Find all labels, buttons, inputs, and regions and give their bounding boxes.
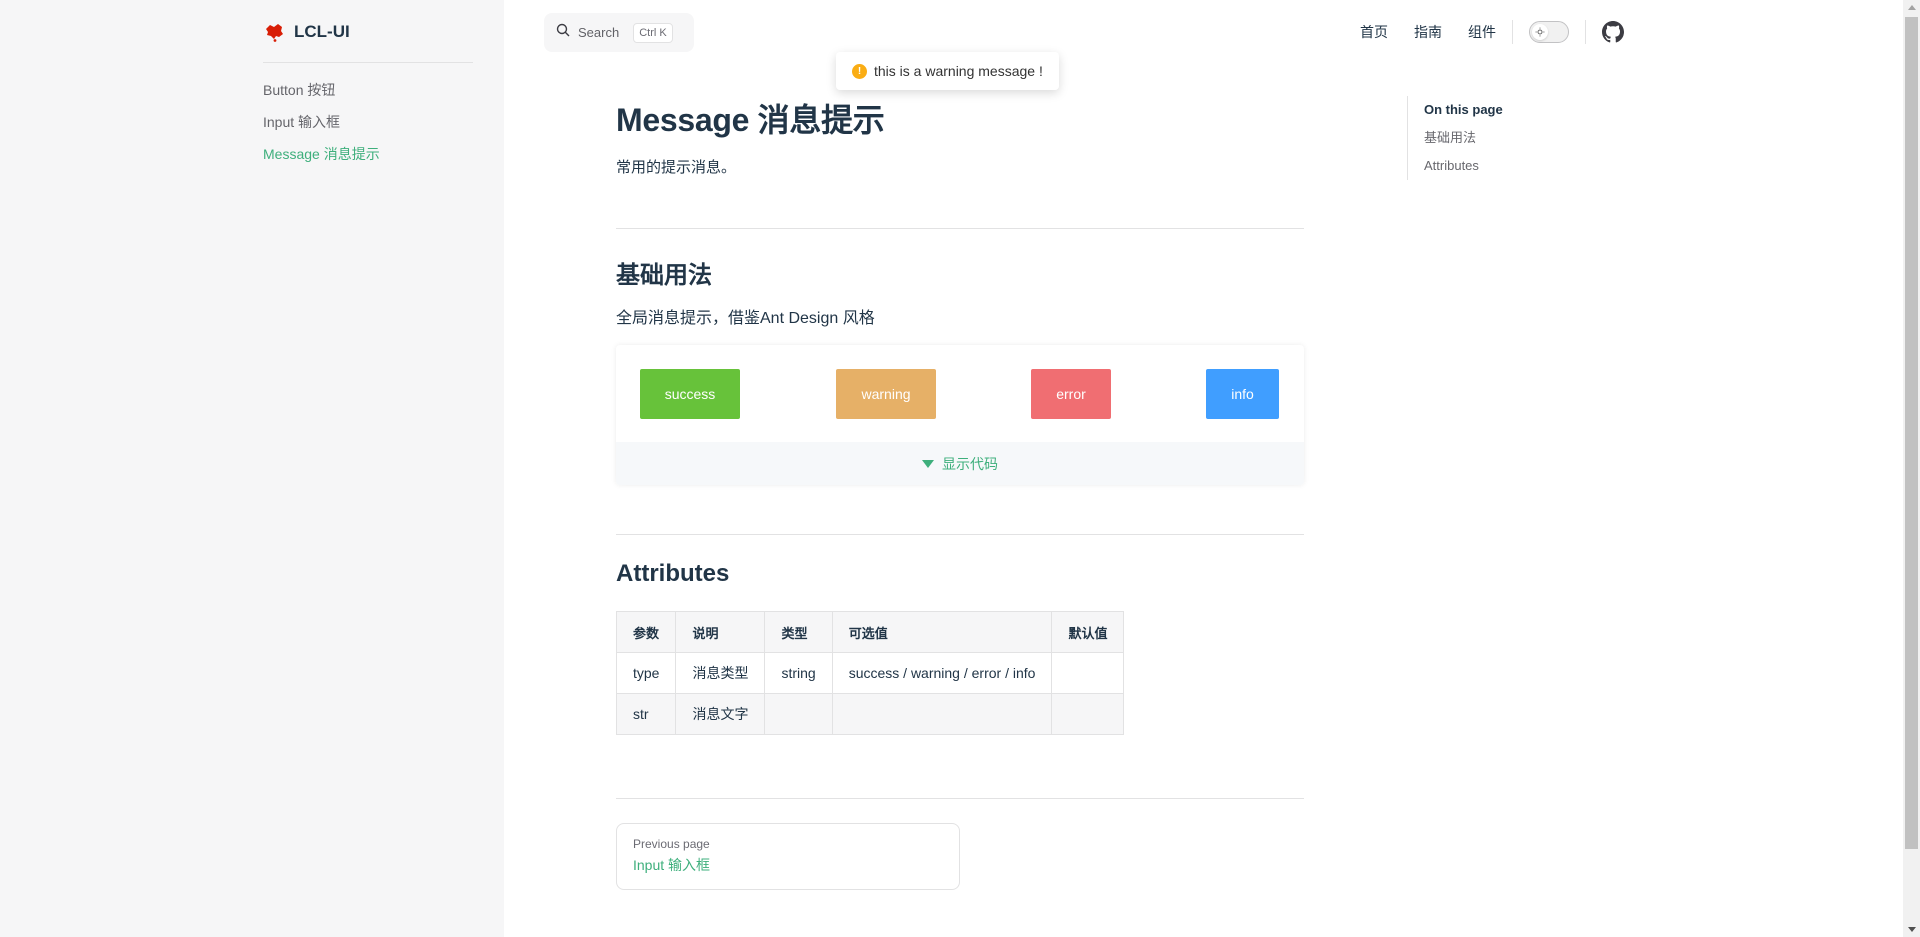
search-label: Search — [578, 25, 620, 40]
table-row: str 消息文字 — [615, 693, 1125, 735]
sidebar: LCL-UI Button 按钮 Input 输入框 Message 消息提示 — [0, 0, 504, 937]
nav-components[interactable]: 组件 — [1468, 22, 1496, 42]
table-header: 类型 — [764, 611, 833, 653]
sun-icon — [1532, 24, 1548, 40]
section-title-basic: 基础用法 — [616, 262, 712, 289]
demo-block: success warning error info 显示代码 — [616, 345, 1304, 485]
attributes-table: 参数 说明 类型 可选值 默认值 type 消息类型 string succes… — [615, 611, 1125, 735]
theme-toggle[interactable] — [1529, 21, 1569, 43]
scrollbar[interactable] — [1903, 0, 1920, 937]
sidebar-divider — [263, 62, 473, 63]
outline-link-basic[interactable]: 基础用法 — [1424, 124, 1607, 152]
table-row: type 消息类型 string success / warning / err… — [615, 652, 1125, 694]
table-cell: string — [764, 652, 833, 694]
show-code-toggle[interactable]: 显示代码 — [616, 442, 1304, 485]
top-nav: 首页 指南 组件 — [1360, 19, 1624, 45]
toast-message: this is a warning message ! — [874, 63, 1043, 79]
brand-link[interactable]: LCL-UI — [263, 19, 350, 45]
previous-page-desc: Previous page — [633, 837, 710, 851]
nav-home[interactable]: 首页 — [1360, 22, 1388, 42]
table-cell — [1051, 652, 1125, 694]
page-lead: 常用的提示消息。 — [616, 159, 737, 176]
table-cell: success / warning / error / info — [831, 652, 1053, 694]
caret-down-icon — [922, 459, 934, 468]
shortcut-key: K — [659, 26, 667, 39]
logo-icon — [263, 21, 285, 43]
page-outline: On this page 基础用法 Attributes — [1407, 96, 1607, 180]
nav-divider-2 — [1585, 20, 1586, 44]
nav-divider — [1512, 20, 1513, 44]
table-header: 参数 — [615, 611, 677, 653]
scroll-up-icon[interactable] — [1908, 5, 1916, 10]
table-cell: 消息类型 — [675, 652, 766, 694]
previous-page-link[interactable]: Previous page Input 输入框 — [616, 823, 960, 890]
warning-icon: ! — [852, 63, 867, 79]
divider — [616, 228, 1304, 229]
outline-link-attributes[interactable]: Attributes — [1424, 152, 1607, 180]
table-header: 可选值 — [831, 611, 1053, 653]
scroll-down-icon[interactable] — [1908, 927, 1916, 932]
previous-page-title: Input 输入框 — [633, 857, 711, 873]
search-button[interactable]: Search Ctrl K — [544, 13, 694, 52]
divider — [616, 798, 1304, 799]
demo-buttons: success warning error info — [640, 369, 1280, 419]
table-cell: 消息文字 — [675, 693, 766, 735]
brand-title: LCL-UI — [294, 22, 350, 41]
outline-title: On this page — [1424, 102, 1503, 117]
search-shortcut: Ctrl K — [633, 22, 673, 43]
table-cell: type — [615, 652, 677, 694]
sidebar-item-input[interactable]: Input 输入框 — [263, 110, 483, 142]
search-icon — [556, 23, 570, 42]
sidebar-item-button[interactable]: Button 按钮 — [263, 78, 483, 110]
table-cell: str — [615, 693, 677, 735]
warning-button[interactable]: warning — [836, 369, 936, 419]
section-desc-basic: 全局消息提示，借鉴Ant Design 风格 — [616, 310, 875, 327]
divider — [616, 534, 1304, 535]
sidebar-item-message[interactable]: Message 消息提示 — [263, 142, 483, 174]
section-title-attributes: Attributes — [616, 560, 730, 587]
error-button[interactable]: error — [1031, 369, 1111, 419]
warning-toast: ! this is a warning message ! — [836, 52, 1059, 90]
github-icon[interactable] — [1602, 21, 1624, 43]
sidebar-nav: Button 按钮 Input 输入框 Message 消息提示 — [263, 78, 483, 174]
page-title: Message 消息提示 — [616, 102, 885, 138]
scrollbar-thumb[interactable] — [1905, 17, 1918, 849]
table-header: 说明 — [675, 611, 766, 653]
info-button[interactable]: info — [1206, 369, 1279, 419]
table-cell — [1051, 693, 1125, 735]
shortcut-mod: Ctrl — [639, 26, 657, 39]
table-header: 默认值 — [1051, 611, 1125, 653]
show-code-label: 显示代码 — [942, 455, 998, 472]
table-header-row: 参数 说明 类型 可选值 默认值 — [615, 611, 1125, 653]
app-root: LCL-UI Button 按钮 Input 输入框 Message 消息提示 … — [0, 0, 1920, 937]
success-button[interactable]: success — [640, 369, 740, 419]
nav-guide[interactable]: 指南 — [1414, 22, 1442, 42]
table-cell — [764, 693, 833, 735]
table-cell — [831, 693, 1053, 735]
